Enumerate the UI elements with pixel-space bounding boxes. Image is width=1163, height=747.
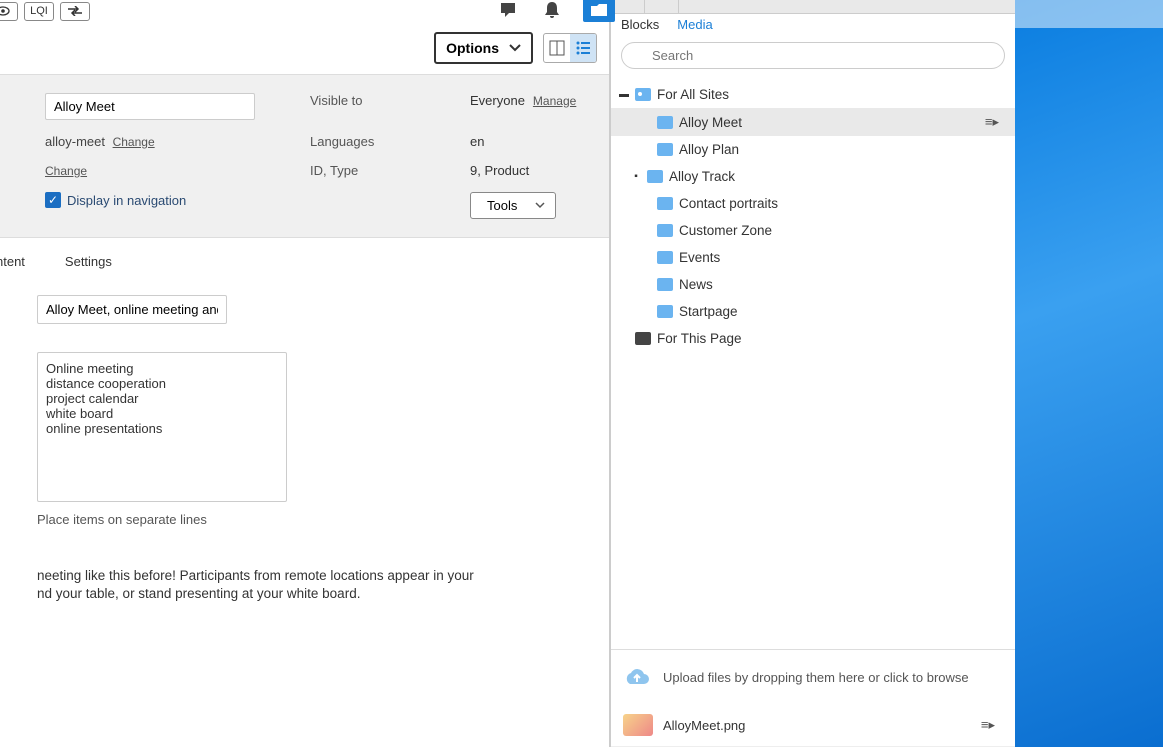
tree-item[interactable]: Alloy Plan: [611, 136, 1015, 163]
tab-content[interactable]: ntent: [0, 254, 25, 269]
folder-icon: [657, 305, 673, 318]
chat-icon[interactable]: [495, 0, 521, 21]
folder-icon: [647, 170, 663, 183]
chevron-down-icon: [509, 44, 521, 52]
languages-value: en: [470, 134, 484, 149]
tree-item[interactable]: News: [611, 271, 1015, 298]
view-columns[interactable]: [544, 34, 570, 62]
tree-item[interactable]: Contact portraits: [611, 190, 1015, 217]
manage-link[interactable]: Manage: [533, 94, 576, 108]
chevron-down-icon: [535, 202, 545, 209]
folder-tab-icon[interactable]: [583, 0, 615, 22]
keywords-textarea[interactable]: Online meeting distance cooperation proj…: [37, 352, 287, 502]
sites-icon: [635, 88, 651, 101]
tool-swap[interactable]: [60, 2, 90, 21]
tools-button[interactable]: Tools: [470, 192, 556, 219]
options-label: Options: [446, 40, 499, 56]
display-nav-label: Display in navigation: [67, 193, 186, 208]
idtype-value: 9, Product: [470, 163, 529, 178]
tree-item-alloy-meet[interactable]: Alloy Meet ≡▸: [611, 108, 1015, 136]
folder-icon: [657, 251, 673, 264]
view-toggle: [543, 33, 597, 63]
folder-icon: [657, 143, 673, 156]
change-link[interactable]: Change: [45, 164, 87, 178]
title-input[interactable]: [45, 93, 255, 120]
slug-text: alloy-meet: [45, 134, 105, 149]
search-input[interactable]: [621, 42, 1005, 69]
folder-icon: [657, 224, 673, 237]
tree-item[interactable]: Customer Zone: [611, 217, 1015, 244]
visible-to-value: Everyone: [470, 93, 525, 108]
tools-label: Tools: [487, 198, 517, 213]
display-nav-checkbox[interactable]: ✓: [45, 192, 61, 208]
options-button[interactable]: Options: [434, 32, 533, 64]
desktop-background: [1015, 0, 1163, 747]
seo-title-input[interactable]: [37, 295, 227, 324]
tool-lqi[interactable]: LQI: [24, 2, 54, 21]
folder-icon: [657, 197, 673, 210]
slug-change-link[interactable]: Change: [113, 135, 155, 149]
tree-item[interactable]: Startpage: [611, 298, 1015, 325]
tool-eye[interactable]: [0, 2, 18, 21]
cloud-upload-icon: [623, 666, 651, 688]
dropzone-label: Upload files by dropping them here or cl…: [663, 670, 969, 685]
visible-to-label: Visible to: [310, 93, 470, 108]
folder-icon: [657, 116, 673, 129]
description-text[interactable]: neeting like this before! Participants f…: [37, 567, 609, 602]
tab-settings[interactable]: Settings: [65, 254, 112, 269]
expand-icon[interactable]: ▪: [631, 171, 641, 182]
context-menu-icon[interactable]: ≡▸: [985, 114, 1007, 130]
page-icon: [635, 332, 651, 345]
file-name: AlloyMeet.png: [663, 718, 971, 733]
idtype-label: ID, Type: [310, 163, 470, 178]
folder-icon: [657, 278, 673, 291]
collapse-icon[interactable]: ▬: [619, 89, 629, 100]
file-item[interactable]: AlloyMeet.png ≡▸: [611, 704, 1015, 747]
tree-item[interactable]: ▪ Alloy Track: [611, 163, 1015, 190]
tab-blocks[interactable]: Blocks: [621, 17, 659, 32]
tree-root-all-sites[interactable]: ▬ For All Sites: [611, 81, 1015, 108]
context-menu-icon[interactable]: ≡▸: [981, 717, 1003, 733]
keywords-hint: Place items on separate lines: [37, 512, 609, 527]
tree-root-this-page[interactable]: For This Page: [611, 325, 1015, 352]
file-thumbnail: [623, 714, 653, 736]
upload-dropzone[interactable]: Upload files by dropping them here or cl…: [611, 649, 1015, 704]
tab-media[interactable]: Media: [677, 17, 712, 32]
tree-item[interactable]: Events: [611, 244, 1015, 271]
bell-icon[interactable]: [539, 0, 565, 21]
view-list[interactable]: [570, 34, 596, 62]
languages-label: Languages: [310, 134, 470, 149]
